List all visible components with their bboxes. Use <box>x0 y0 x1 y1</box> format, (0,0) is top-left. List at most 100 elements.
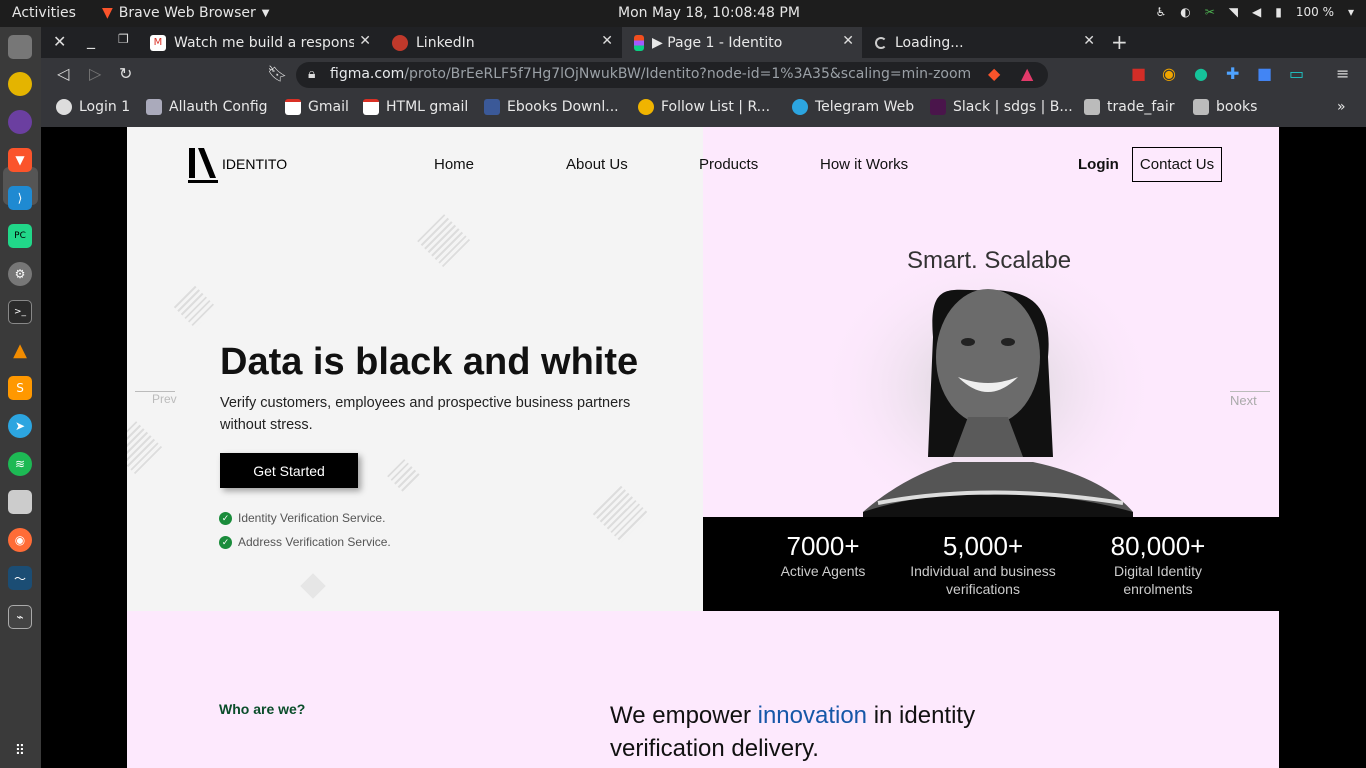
settings-icon[interactable]: ⚙ <box>8 262 32 286</box>
power-menu-icon[interactable]: ▾ <box>1348 5 1354 19</box>
back-icon[interactable]: ◁ <box>57 64 69 83</box>
decor-diamond <box>387 459 421 493</box>
minimize-icon[interactable]: _ <box>87 30 95 49</box>
rhythmbox-icon[interactable] <box>8 72 32 96</box>
bookmark-ebooks[interactable]: Ebooks Downl... <box>484 99 619 115</box>
nav-home[interactable]: Home <box>434 156 474 173</box>
empower-highlight: innovation <box>757 702 868 729</box>
check-circle-icon: ✓ <box>219 535 232 549</box>
globe-icon <box>56 99 72 115</box>
close-tab-icon[interactable]: ✕ <box>359 33 371 49</box>
dock: ▼ ⟩ PC ⚙ >_ ▲ S ➤ ≋ ◉ 〜 ⌁ ⠿ <box>0 27 41 768</box>
bookmark-allauth[interactable]: Allauth Config <box>146 99 268 115</box>
bookmark-html-gmail[interactable]: HTML gmail <box>363 99 468 115</box>
more-bookmarks-icon[interactable]: » <box>1337 99 1346 115</box>
extension-icon[interactable]: ✂ <box>1205 5 1215 19</box>
get-started-button[interactable]: Get Started <box>220 453 358 488</box>
pycharm-icon[interactable]: PC <box>8 224 32 248</box>
brave-dock-icon[interactable]: ▼ <box>8 148 32 172</box>
vlc-icon[interactable]: ▲ <box>8 338 32 362</box>
next-button[interactable]: Next <box>1230 393 1257 408</box>
extension-owl-icon[interactable]: ◉ <box>1162 64 1176 83</box>
accessibility-icon[interactable]: ♿ <box>1155 5 1166 19</box>
bookmark-follow-list[interactable]: Follow List | R... <box>638 99 770 115</box>
next-line <box>1230 391 1270 392</box>
tab-loading[interactable]: Loading... ✕ <box>863 27 1103 58</box>
new-tab-icon[interactable]: + <box>1111 30 1128 54</box>
volume-icon[interactable]: ◀ <box>1252 5 1261 19</box>
extension-lastpass-icon[interactable]: ■ <box>1131 64 1146 83</box>
reader-icon[interactable]: ▭ <box>1289 64 1304 83</box>
feature-identity: ✓ Identity Verification Service. <box>219 511 385 525</box>
telegram-icon <box>792 99 808 115</box>
hero-headline: Data is black and white <box>220 341 639 383</box>
show-apps-icon[interactable]: ⠿ <box>8 739 32 763</box>
restore-icon[interactable]: ❐ <box>118 32 129 46</box>
extension-puzzle-icon[interactable]: ✚ <box>1226 64 1239 83</box>
menu-icon[interactable]: ≡ <box>1336 64 1349 83</box>
terminal-icon[interactable]: >_ <box>8 300 32 324</box>
battery-label: 100 % <box>1295 5 1334 19</box>
sublime-icon[interactable]: S <box>8 376 32 400</box>
bookmark-folder-books[interactable]: books <box>1193 99 1257 115</box>
identito-logo[interactable]: IDENTITO <box>188 148 287 184</box>
wifi-icon[interactable]: ◥ <box>1229 5 1238 19</box>
bookmark-telegram[interactable]: Telegram Web <box>792 99 914 115</box>
close-tab-icon[interactable]: ✕ <box>842 33 854 49</box>
nav-how-it-works[interactable]: How it Works <box>820 156 908 173</box>
translate-icon[interactable]: ■ <box>1257 64 1272 83</box>
system-tray[interactable]: ♿ ◐ ✂ ◥ ◀ ▮ 100 % ▾ <box>1155 5 1354 19</box>
logo-mark-icon <box>188 148 218 183</box>
system-top-bar: Activities ▼ Brave Web Browser ▼ Mon May… <box>0 0 1366 27</box>
gmail-icon: M <box>150 34 166 51</box>
address-bar[interactable]: 🔒︎ figma.com/proto/BrEeRLF5f7Hg7lOjNwukB… <box>296 62 1048 88</box>
close-tab-icon[interactable]: ✕ <box>601 33 613 49</box>
close-window-icon[interactable]: ✕ <box>53 32 66 51</box>
bookmark-login-1[interactable]: Login 1 <box>56 99 130 115</box>
files-icon[interactable] <box>8 35 32 59</box>
system-monitor-icon[interactable]: ⌁ <box>8 605 32 629</box>
login-link[interactable]: Login <box>1078 156 1119 173</box>
tab-watch-me[interactable]: M Watch me build a responsive ✕ <box>138 27 379 58</box>
bookmark-gmail[interactable]: Gmail <box>285 99 349 115</box>
clock[interactable]: Mon May 18, 10:08:48 PM <box>618 5 800 21</box>
tab-linkedin[interactable]: LinkedIn ✕ <box>380 27 621 58</box>
vscode-icon[interactable]: ⟩ <box>8 186 32 210</box>
tab-strip: ✕ _ ❐ M Watch me build a responsive ✕ Li… <box>41 27 1366 58</box>
decor-diamond <box>417 214 471 268</box>
url-host: figma.com <box>330 66 405 82</box>
bookmark-icon[interactable]: 🔖︎ <box>267 64 287 83</box>
grammarly-icon[interactable]: ● <box>1194 64 1208 83</box>
mysql-workbench-icon[interactable]: 〜 <box>8 566 32 590</box>
decor-diamond <box>300 573 326 599</box>
bookmark-label: Telegram Web <box>815 99 915 115</box>
toolbar: ◁ ▷ ↻ 🔖︎ 🔒︎ figma.com/proto/BrEeRLF5f7Hg… <box>41 58 1366 92</box>
prev-button[interactable]: Prev <box>152 392 177 406</box>
logo-text: IDENTITO <box>222 156 288 172</box>
brave-shields-icon[interactable]: ◆ <box>988 64 1000 83</box>
identito-page: 7000+ Active Agents 5,000+ Individual an… <box>127 127 1279 768</box>
podcast-icon[interactable] <box>8 110 32 134</box>
battery-icon[interactable]: ▮ <box>1275 5 1282 19</box>
close-tab-icon[interactable]: ✕ <box>1083 33 1095 49</box>
tab-identito[interactable]: ▶ Page 1 - Identito ✕ <box>622 27 862 58</box>
bookmark-slack[interactable]: Slack | sdgs | B... <box>930 99 1073 115</box>
telegram-icon[interactable]: ➤ <box>8 414 32 438</box>
app-menu[interactable]: ▼ Brave Web Browser ▼ <box>102 5 269 21</box>
contact-us-button[interactable]: Contact Us <box>1132 147 1222 182</box>
postman-icon[interactable]: ◉ <box>8 528 32 552</box>
server-icon[interactable] <box>8 490 32 514</box>
spotify-icon[interactable]: ≋ <box>8 452 32 476</box>
updates-icon[interactable]: ◐ <box>1180 5 1190 19</box>
nav-about-us[interactable]: About Us <box>566 156 628 173</box>
brave-rewards-icon[interactable]: ▲ <box>1021 64 1033 83</box>
bookmark-folder-trade-fair[interactable]: trade_fair <box>1084 99 1174 115</box>
forward-icon[interactable]: ▷ <box>89 64 101 83</box>
tab-title: LinkedIn <box>416 34 475 51</box>
bookmark-label: Login 1 <box>79 99 131 115</box>
activities-button[interactable]: Activities <box>12 5 76 21</box>
gmail-icon <box>363 99 379 115</box>
reload-icon[interactable]: ↻ <box>119 64 132 83</box>
slack-icon <box>930 99 946 115</box>
nav-products[interactable]: Products <box>699 156 758 173</box>
